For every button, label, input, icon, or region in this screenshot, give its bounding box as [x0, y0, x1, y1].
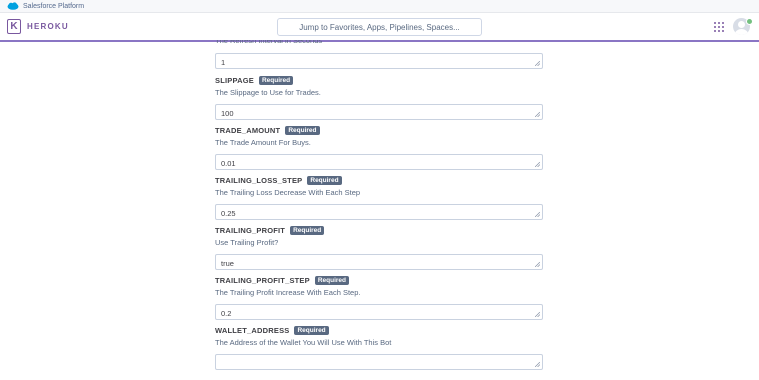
field-value-text: 100 [221, 109, 234, 118]
resize-handle-icon[interactable] [535, 262, 540, 267]
resize-handle-icon[interactable] [535, 61, 540, 66]
apps-grid-icon[interactable] [714, 22, 724, 32]
required-badge: Required [314, 275, 350, 285]
required-badge: Required [294, 325, 329, 335]
field-value-input[interactable]: 0.2 [215, 304, 543, 320]
field-value-text: 0.2 [221, 309, 232, 318]
field-description: The Trailing Loss Decrease With Each Ste… [215, 188, 361, 197]
required-badge: Required [258, 75, 294, 85]
app-header: K HEROKU [0, 13, 759, 41]
required-badge: Required [290, 225, 325, 235]
field-trailing-profit-step: TRAILING_PROFIT_STEP Required The Traili… [215, 275, 545, 320]
field-value-input[interactable] [215, 354, 543, 370]
field-value-text: 1 [221, 58, 226, 67]
resize-handle-icon[interactable] [535, 162, 540, 167]
field-description: The Address of the Wallet You Will Use W… [215, 338, 392, 347]
platform-bar: Salesforce Platform [0, 0, 759, 13]
field-name: TRAILING_PROFIT [215, 225, 286, 235]
field-name: TRAILING_LOSS_STEP [215, 175, 303, 185]
required-badge: Required [285, 125, 320, 135]
resize-handle-icon[interactable] [535, 362, 540, 367]
header-accent-line [0, 40, 759, 42]
salesforce-cloud-icon [7, 2, 19, 10]
field-value-input[interactable]: 0.25 [215, 204, 543, 220]
field-description: The Trailing Profit Increase With Each S… [215, 288, 361, 297]
field-description: The Trade Amount For Buys. [215, 138, 311, 147]
logo-letter: K [10, 21, 18, 32]
platform-label: Salesforce Platform [23, 2, 85, 10]
search-input[interactable] [277, 18, 482, 36]
field-trailing-profit: TRAILING_PROFIT Required Use Trailing Pr… [215, 225, 545, 270]
required-badge: Required [307, 175, 342, 185]
field-value-text: 0.01 [221, 159, 236, 168]
field-wallet-address: WALLET_ADDRESS Required The Address of t… [215, 325, 545, 370]
field-value-input[interactable]: true [215, 254, 543, 270]
resize-handle-icon[interactable] [535, 312, 540, 317]
brand-name[interactable]: HEROKU [27, 22, 69, 31]
status-indicator [746, 18, 753, 25]
field-name: TRADE_AMOUNT [215, 125, 281, 135]
field-description: The Slippage to Use for Trades. [215, 88, 321, 97]
field-value-input[interactable]: 1 [215, 53, 543, 69]
field-value-text: true [221, 259, 234, 268]
resize-handle-icon[interactable] [535, 212, 540, 217]
field-value-input[interactable]: 0.01 [215, 154, 543, 170]
field-name: TRAILING_PROFIT_STEP [215, 275, 310, 285]
field-value-input[interactable]: 100 [215, 104, 543, 120]
field-trade-amount: TRADE_AMOUNT Required The Trade Amount F… [215, 125, 545, 170]
field-name: WALLET_ADDRESS [215, 325, 290, 335]
resize-handle-icon[interactable] [535, 112, 540, 117]
field-name: SLIPPAGE [215, 75, 254, 85]
field-trailing-loss-step: TRAILING_LOSS_STEP Required The Trailing… [215, 175, 545, 220]
heroku-logo-icon[interactable]: K [7, 19, 21, 34]
field-description: Use Trailing Profit? [215, 238, 279, 247]
field-slippage: SLIPPAGE Required The Slippage to Use fo… [215, 75, 545, 120]
field-value-text: 0.25 [221, 209, 236, 218]
field-refresh-interval: 1 [215, 47, 545, 69]
